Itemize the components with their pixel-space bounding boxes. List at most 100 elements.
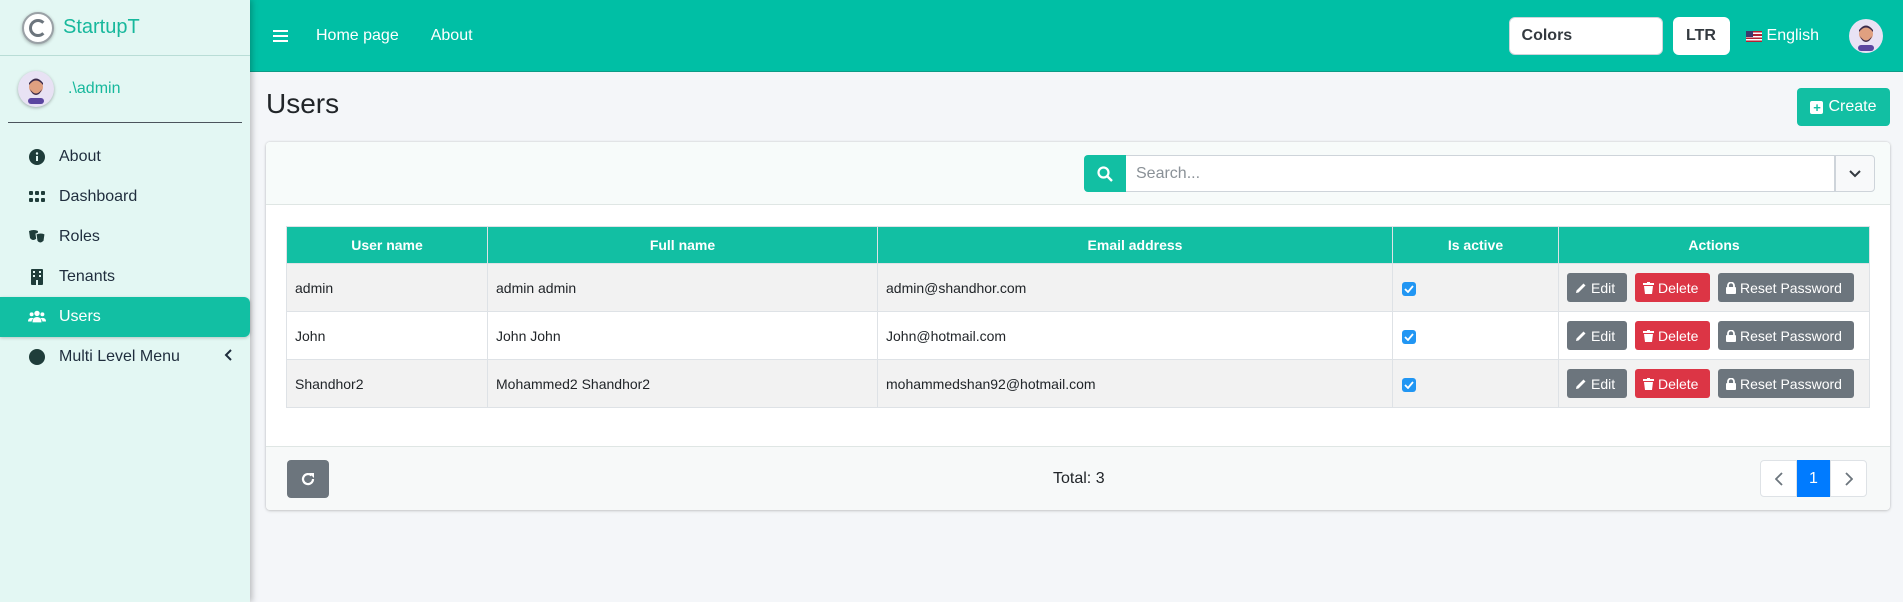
search-input[interactable]: [1126, 155, 1835, 192]
refresh-icon: [301, 472, 315, 486]
reset-password-button[interactable]: Reset Password: [1718, 273, 1854, 302]
card-header: [266, 142, 1890, 205]
sidebar: StartupT .\admin About Dashboard Roles T…: [0, 0, 250, 602]
brand-link[interactable]: StartupT: [0, 0, 250, 56]
sidebar-item-roles[interactable]: Roles: [0, 217, 250, 257]
reset-password-button[interactable]: Reset Password: [1718, 321, 1854, 350]
brand-logo-icon: [22, 11, 54, 44]
advanced-search-toggle[interactable]: [1835, 155, 1875, 192]
chevron-down-icon: [1849, 169, 1861, 177]
page-title: Users: [266, 88, 340, 119]
table-row: John John John John@hotmail.com Edit Del…: [286, 311, 1870, 360]
top-navbar: Home page About Colors LTR English: [250, 0, 1903, 72]
active-checkbox: [1402, 329, 1416, 344]
lock-icon: [1726, 329, 1736, 342]
reset-password-button[interactable]: Reset Password: [1718, 369, 1854, 398]
nav-link-about[interactable]: About: [431, 27, 473, 45]
lock-icon: [1726, 377, 1736, 390]
edit-button[interactable]: Edit: [1567, 273, 1627, 302]
card-footer: Total: 3 1: [266, 446, 1890, 510]
edit-label: Edit: [1591, 375, 1616, 392]
grid-icon: [28, 188, 46, 206]
delete-button[interactable]: Delete: [1635, 321, 1710, 350]
user-avatar: [18, 71, 54, 107]
pencil-icon: [1576, 283, 1586, 293]
cell-user-name: John: [286, 311, 488, 360]
topbar-right: Colors LTR English: [1508, 0, 1903, 72]
edit-button[interactable]: Edit: [1567, 321, 1627, 350]
page-button[interactable]: 1: [1797, 460, 1830, 497]
sidebar-nav: About Dashboard Roles Tenants Users Mult…: [0, 137, 250, 377]
cell-actions: Edit Delete Reset Password: [1558, 263, 1870, 312]
reset-password-label: Reset Password: [1740, 279, 1842, 296]
sidebar-item-label: Multi Level Menu: [59, 348, 180, 365]
hamburger-menu-icon[interactable]: [273, 27, 288, 45]
next-page-button[interactable]: [1830, 460, 1867, 497]
trash-icon: [1643, 281, 1654, 294]
cell-user-name: Shandhor2: [286, 359, 488, 408]
column-header-user-name[interactable]: User name: [286, 226, 488, 264]
delete-label: Delete: [1658, 375, 1699, 392]
user-panel: .\admin: [8, 56, 242, 123]
column-header-actions: Actions: [1558, 226, 1870, 264]
cell-is-active: [1392, 311, 1559, 360]
search-icon: [1097, 165, 1113, 182]
sidebar-item-label: About: [59, 148, 101, 165]
delete-button[interactable]: Delete: [1635, 273, 1710, 302]
delete-button[interactable]: Delete: [1635, 369, 1710, 398]
language-dropdown[interactable]: English: [1745, 27, 1819, 45]
brand-name: StartupT: [63, 16, 140, 38]
delete-label: Delete: [1658, 279, 1699, 296]
column-header-full-name[interactable]: Full name: [487, 226, 878, 264]
column-header-is-active[interactable]: Is active: [1392, 226, 1559, 264]
sidebar-item-about[interactable]: About: [0, 137, 250, 177]
theater-masks-icon: [28, 228, 46, 246]
pencil-icon: [1576, 331, 1586, 341]
sidebar-item-dashboard[interactable]: Dashboard: [0, 177, 250, 217]
users-card: User name Full name Email address Is act…: [266, 142, 1890, 510]
cell-full-name: admin admin: [487, 263, 878, 312]
create-label: Create: [1828, 98, 1877, 115]
edit-label: Edit: [1591, 327, 1616, 344]
user-name-link[interactable]: .\admin: [68, 80, 120, 98]
total-count: Total: 3: [1053, 470, 1105, 487]
info-circle-icon: [28, 148, 46, 166]
active-checkbox: [1402, 377, 1416, 392]
delete-label: Delete: [1658, 327, 1699, 344]
column-header-email[interactable]: Email address: [877, 226, 1393, 264]
trash-icon: [1643, 377, 1654, 390]
sidebar-item-users[interactable]: Users: [0, 297, 250, 337]
cell-actions: Edit Delete Reset Password: [1558, 311, 1870, 360]
cell-email: John@hotmail.com: [877, 311, 1393, 360]
sidebar-item-label: Dashboard: [59, 188, 138, 205]
sidebar-item-multi-level-menu[interactable]: Multi Level Menu: [0, 337, 250, 377]
table-row: Shandhor2 Mohammed2 Shandhor2 mohammedsh…: [286, 359, 1870, 408]
active-checkbox: [1402, 281, 1416, 296]
building-icon: [28, 268, 46, 286]
create-button[interactable]: + Create: [1797, 88, 1890, 126]
users-icon: [28, 308, 46, 326]
chevron-right-icon: [1844, 471, 1853, 486]
refresh-button[interactable]: [287, 460, 329, 498]
nav-link-home[interactable]: Home page: [316, 27, 399, 45]
language-label: English: [1766, 27, 1819, 44]
edit-button[interactable]: Edit: [1567, 369, 1627, 398]
direction-button[interactable]: LTR: [1672, 17, 1730, 55]
sidebar-item-label: Tenants: [59, 268, 116, 285]
us-flag-icon: [1745, 30, 1762, 42]
table-row: admin admin admin admin@shandhor.com Edi…: [286, 263, 1870, 312]
cell-full-name: Mohammed2 Shandhor2: [487, 359, 878, 408]
lock-icon: [1726, 281, 1736, 294]
pencil-icon: [1576, 379, 1586, 389]
colors-select[interactable]: Colors: [1508, 17, 1663, 55]
cell-is-active: [1392, 263, 1559, 312]
cell-email: mohammedshan92@hotmail.com: [877, 359, 1393, 408]
sidebar-item-tenants[interactable]: Tenants: [0, 257, 250, 297]
cell-full-name: John John: [487, 311, 878, 360]
sidebar-item-label: Users: [59, 308, 101, 325]
previous-page-button[interactable]: [1760, 460, 1797, 497]
plus-square-icon: +: [1810, 100, 1824, 114]
sidebar-item-label: Roles: [59, 228, 100, 245]
search-button[interactable]: [1084, 155, 1126, 192]
user-avatar-menu[interactable]: [1849, 19, 1883, 53]
